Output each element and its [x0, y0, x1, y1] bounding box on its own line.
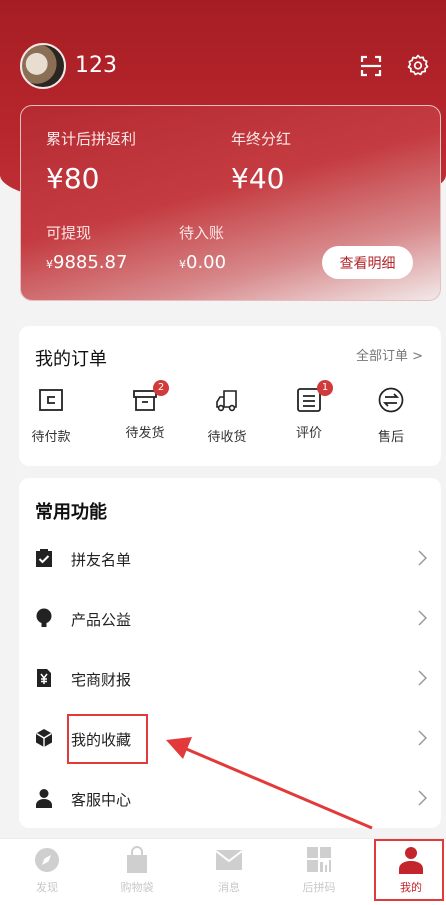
func-label: 拼友名单 — [71, 551, 132, 569]
func-item-financial-report[interactable]: 宅商财报 — [19, 648, 441, 708]
chevron-right-icon — [418, 730, 427, 746]
func-label: 客服中心 — [71, 791, 132, 809]
tab-discover[interactable]: 发现 — [12, 839, 82, 905]
tab-code[interactable]: 后拼码 — [284, 839, 354, 905]
username: 123 — [75, 53, 117, 78]
func-label: 宅商财报 — [71, 671, 132, 689]
shopping-bag-icon — [127, 846, 147, 873]
order-label: 待付款 — [31, 430, 71, 445]
mail-icon — [216, 850, 242, 870]
order-after-sales[interactable]: 售后 — [361, 386, 421, 445]
scan-icon[interactable] — [360, 55, 382, 77]
me-tab-highlight-box — [374, 839, 444, 901]
qrcode-icon — [307, 847, 331, 872]
common-functions-card: 常用功能 拼友名单 产品公益 宅商财报 我的收藏 客服中心 — [19, 478, 441, 828]
shipment-count-badge: 2 — [153, 380, 169, 396]
func-item-charity[interactable]: 产品公益 — [19, 588, 441, 648]
tab-shopping-bag[interactable]: 购物袋 — [102, 839, 172, 905]
yen-document-icon — [37, 669, 51, 687]
compass-icon — [35, 848, 59, 872]
earnings-card: 累计后拼返利 ¥80 年终分红 ¥40 可提现 ¥9885.87 待入账 ¥0.… — [20, 105, 441, 301]
pending-label: 待入账 — [179, 224, 225, 242]
chevron-right-icon — [418, 790, 427, 806]
gear-icon[interactable] — [406, 53, 430, 77]
func-item-customer-service[interactable]: 客服中心 — [19, 768, 441, 828]
avatar[interactable] — [20, 43, 66, 89]
pending-value: ¥0.00 — [179, 252, 227, 273]
func-label: 产品公益 — [71, 611, 132, 629]
clipboard-check-icon — [36, 549, 52, 567]
withdrawable-label: 可提现 — [46, 224, 92, 242]
chevron-right-icon — [418, 550, 427, 566]
order-pending-shipment[interactable]: 2 待发货 — [115, 380, 175, 441]
favorites-highlight-box — [67, 714, 148, 764]
order-pending-receipt[interactable]: 待收货 — [197, 386, 257, 445]
user-icon — [36, 789, 52, 808]
dividend-label: 年终分红 — [231, 130, 292, 148]
func-item-friend-list[interactable]: 拼友名单 — [19, 528, 441, 588]
order-review[interactable]: 1 评价 — [279, 380, 339, 441]
dividend-value: ¥40 — [231, 162, 285, 195]
truck-icon — [216, 390, 237, 412]
wallet-icon — [39, 389, 63, 411]
tab-label: 后拼码 — [302, 881, 336, 894]
tab-label: 消息 — [218, 881, 240, 894]
review-count-badge: 1 — [317, 380, 333, 396]
orders-card: 我的订单 全部订单 > 待付款 2 待发货 待收货 1 评价 售后 — [19, 326, 441, 466]
cube-icon — [36, 729, 52, 747]
rebate-label: 累计后拼返利 — [46, 130, 137, 148]
order-label: 评价 — [295, 426, 322, 441]
tab-label: 发现 — [36, 881, 58, 894]
tab-label: 购物袋 — [120, 881, 154, 894]
order-label: 待收货 — [207, 430, 247, 445]
orders-title: 我的订单 — [35, 349, 107, 370]
functions-title: 常用功能 — [35, 502, 107, 523]
exchange-icon — [378, 387, 404, 413]
chevron-right-icon — [418, 610, 427, 626]
order-pending-payment[interactable]: 待付款 — [21, 386, 81, 445]
order-label: 待发货 — [125, 426, 165, 441]
tab-messages[interactable]: 消息 — [194, 839, 264, 905]
chevron-right-icon — [418, 670, 427, 686]
withdrawable-value: ¥9885.87 — [46, 252, 128, 273]
all-orders-link[interactable]: 全部订单 > — [356, 345, 423, 364]
lightbulb-icon — [36, 608, 52, 627]
view-details-button[interactable]: 查看明细 — [322, 246, 413, 279]
order-label: 售后 — [377, 430, 404, 445]
rebate-value: ¥80 — [46, 162, 100, 195]
